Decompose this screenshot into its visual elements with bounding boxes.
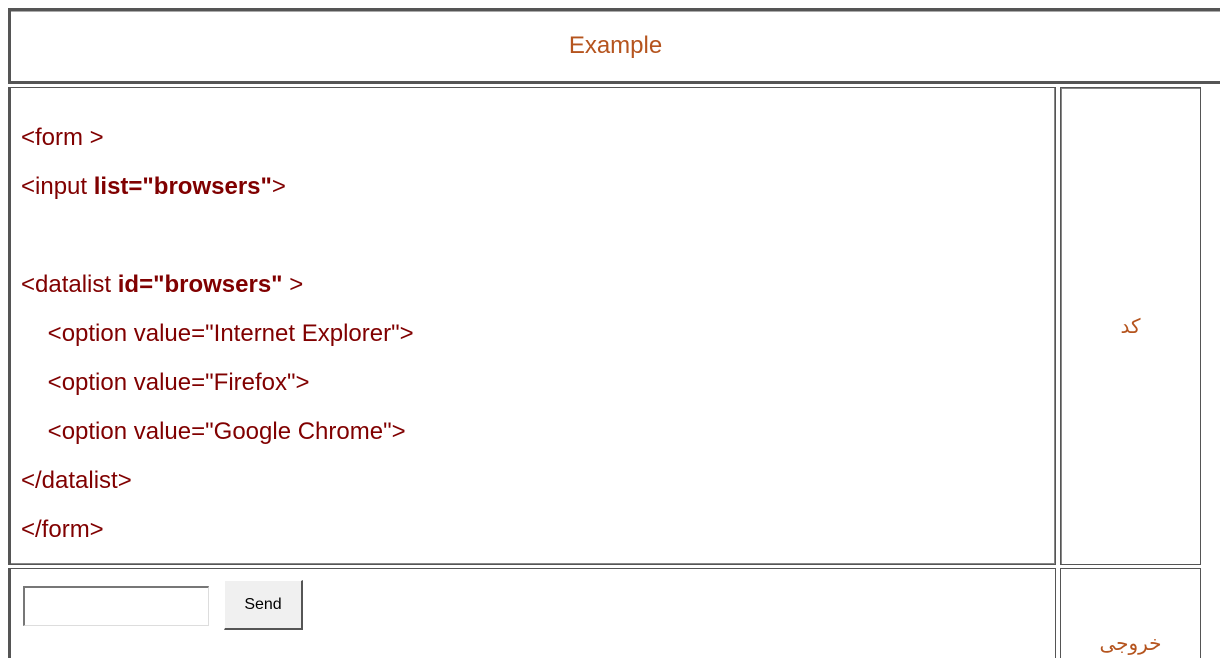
table-title: Example: [568, 32, 663, 59]
output-cell: Send: [8, 568, 1056, 658]
code-text: >: [271, 173, 286, 200]
output-label-cell: خروجی: [1060, 568, 1201, 658]
code-line-option-firefox: <option value="Firefox">: [21, 369, 310, 396]
output-label: خروجی: [1099, 631, 1162, 655]
code-text: >: [282, 271, 304, 298]
code-line-input: <input list="browsers">: [21, 173, 286, 201]
code-line-option-chrome: <option value="Google Chrome">: [21, 418, 406, 445]
code-line-option-ie: <option value="Internet Explorer">: [21, 320, 414, 347]
code-cell: <form > <input list="browsers"> <datalis…: [8, 87, 1056, 565]
code-text: <datalist: [21, 271, 118, 298]
code-text: <input: [21, 173, 94, 200]
send-button[interactable]: Send: [224, 580, 303, 630]
code-label: کد: [1120, 314, 1141, 338]
code-line-datalist-close: </datalist>: [21, 467, 132, 494]
code-attr-list: list="browsers": [93, 173, 272, 200]
code-line-form-close: </form>: [21, 516, 104, 543]
code-label-cell: کد: [1060, 87, 1201, 565]
code-line-datalist-open: <datalist id="browsers" >: [21, 271, 303, 299]
title-row: Example: [8, 8, 1220, 84]
code-attr-id: id="browsers": [117, 271, 283, 298]
example-table: Example <form > <input list="browsers"> …: [8, 8, 1225, 658]
code-line-form-open: <form >: [21, 124, 104, 151]
browser-input[interactable]: [23, 586, 209, 626]
